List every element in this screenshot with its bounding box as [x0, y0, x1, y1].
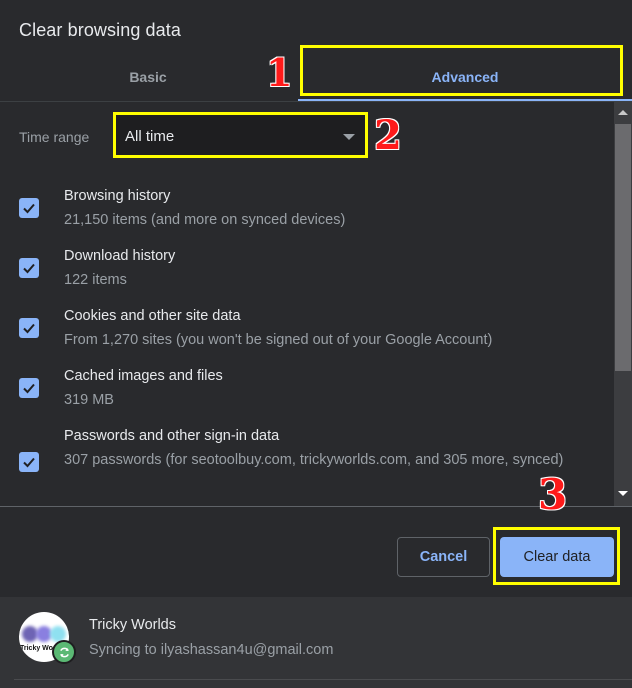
checkbox-browsing-history[interactable]	[19, 198, 39, 218]
footer-divider	[14, 679, 632, 680]
checkbox-cookies[interactable]	[19, 318, 39, 338]
scroll-up-arrow-icon[interactable]	[618, 110, 628, 115]
tab-basic[interactable]: Basic	[0, 52, 296, 102]
item-description: 122 items	[64, 272, 127, 288]
account-sync-status: Syncing to ilyashassan4u@gmail.com	[89, 642, 334, 658]
content-divider	[0, 506, 632, 507]
clear-data-button[interactable]: Clear data	[500, 537, 614, 577]
item-title: Browsing history	[64, 188, 171, 204]
account-name: Tricky Worlds	[89, 617, 176, 633]
time-range-value: All time	[125, 127, 175, 145]
time-range-label: Time range	[19, 129, 90, 145]
tab-bar: Basic Advanced	[0, 52, 632, 102]
dropdown-arrow-icon	[343, 134, 355, 140]
tab-advanced-label: Advanced	[431, 69, 499, 85]
clear-data-button-label: Clear data	[523, 549, 591, 565]
time-range-dropdown[interactable]: All time	[115, 115, 367, 157]
settings-content: Time range All time Browsing history 21,…	[0, 102, 614, 506]
item-description: 307 passwords (for seotoolbuy.com, trick…	[64, 452, 564, 468]
item-description: From 1,270 sites (you won't be signed ou…	[64, 332, 493, 348]
checkbox-download-history[interactable]	[19, 258, 39, 278]
item-title: Passwords and other sign-in data	[64, 428, 280, 444]
checkmark-icon	[23, 383, 35, 394]
item-description: 319 MB	[64, 392, 114, 408]
item-description: 21,150 items (and more on synced devices…	[64, 212, 346, 228]
tab-advanced[interactable]: Advanced	[298, 52, 632, 102]
checkmark-icon	[23, 203, 35, 214]
cancel-button-label: Cancel	[419, 549, 468, 565]
cancel-button[interactable]: Cancel	[397, 537, 490, 577]
checkbox-passwords[interactable]	[19, 452, 39, 472]
account-footer: Tricky Worlds Tricky Worlds Syncing to i…	[0, 597, 632, 688]
sync-arrows-icon	[59, 647, 69, 657]
checkmark-icon	[23, 323, 35, 334]
dialog-title: Clear browsing data	[19, 20, 181, 40]
checkmark-icon	[23, 457, 35, 468]
scrollbar[interactable]	[614, 102, 632, 506]
scrollbar-thumb[interactable]	[615, 124, 631, 371]
item-title: Cookies and other site data	[64, 308, 241, 324]
scroll-down-arrow-icon[interactable]	[618, 491, 628, 496]
item-title: Download history	[64, 248, 176, 264]
clear-browsing-data-dialog: Clear browsing data Basic Advanced 1 Tim…	[0, 0, 632, 688]
checkmark-icon	[23, 263, 35, 274]
tab-basic-label: Basic	[129, 69, 167, 85]
checkbox-cached-images[interactable]	[19, 378, 39, 398]
item-title: Cached images and files	[64, 368, 223, 384]
sync-icon	[52, 640, 76, 664]
